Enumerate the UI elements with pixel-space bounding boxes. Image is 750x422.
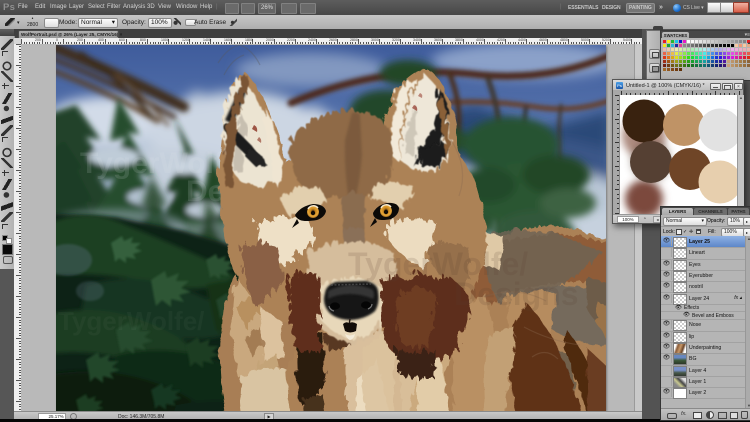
svg-text:Designs: Designs xyxy=(454,276,578,312)
svg-text:TygerWolfe/: TygerWolfe/ xyxy=(58,306,204,336)
